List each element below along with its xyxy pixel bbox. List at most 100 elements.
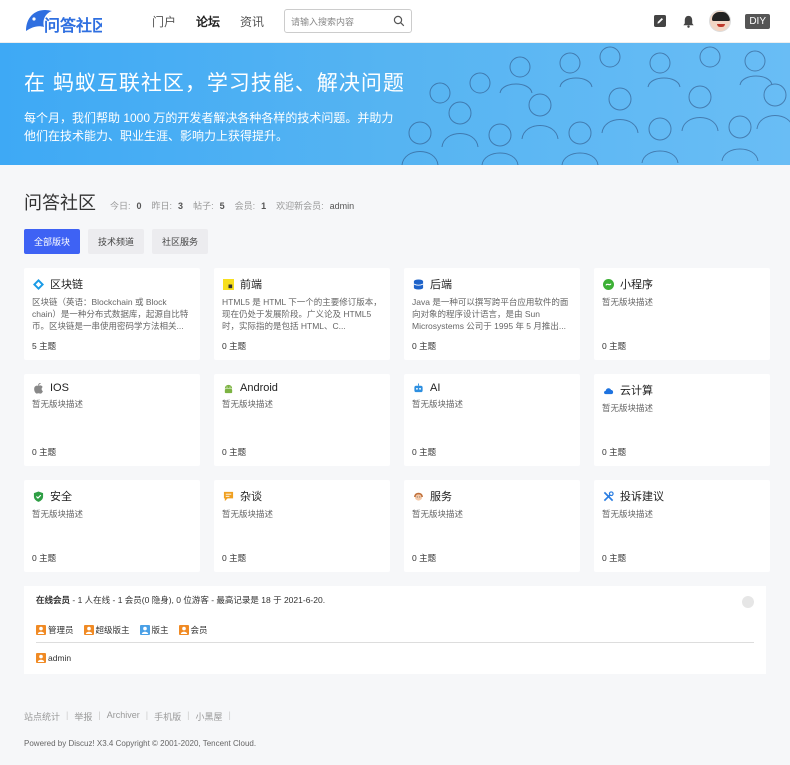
- header-actions: DIY: [653, 10, 770, 32]
- chat-icon: [222, 490, 234, 502]
- forum-name[interactable]: IOS: [50, 382, 69, 394]
- forum-description: 暂无版块描述: [32, 509, 84, 519]
- forum-card[interactable]: 安全 暂无版块描述 0 主题: [24, 480, 200, 572]
- footer-link[interactable]: 站点统计: [24, 710, 60, 723]
- role-legend: 管理员 超级版主 版主 会员: [36, 624, 754, 643]
- forum-description: 暂无版块描述: [602, 297, 654, 307]
- forum-card[interactable]: 投诉建议 暂无版块描述 0 主题: [594, 480, 770, 572]
- tab-community-service[interactable]: 社区服务: [152, 229, 209, 254]
- search-input[interactable]: 请输入搜索内容: [284, 9, 413, 33]
- forum-card-title: 前端: [222, 276, 382, 292]
- nav-portal[interactable]: 门户: [152, 13, 176, 30]
- logo-text: 问答社区: [44, 16, 102, 35]
- stat-posts: 帖子: 5: [193, 201, 225, 211]
- forum-card[interactable]: 小程序 暂无版块描述 0 主题: [594, 268, 770, 360]
- forum-topic-count: 0 主题: [412, 447, 437, 457]
- forum-card-title: 云计算: [602, 382, 762, 398]
- forum-card[interactable]: 后端 Java 是一种可以撰写跨平台应用软件的面向对象的程序设计语言，是由 Su…: [404, 268, 580, 360]
- forum-name[interactable]: 前端: [240, 276, 262, 292]
- forum-card[interactable]: IOS 暂无版块描述 0 主题: [24, 374, 200, 466]
- forum-name[interactable]: 安全: [50, 488, 72, 504]
- user-role-icon: [139, 625, 150, 635]
- forum-card[interactable]: 杂谈 暂无版块描述 0 主题: [214, 480, 390, 572]
- footer-links: 站点统计 | 举报 | Archiver | 手机版 | 小黑屋 |: [24, 710, 256, 723]
- legend-label: 管理员: [48, 625, 74, 635]
- footer-link[interactable]: Archiver: [107, 710, 140, 723]
- footer-link[interactable]: 小黑屋: [195, 710, 222, 723]
- footer-separator: |: [98, 710, 101, 720]
- forum-card[interactable]: 服务 暂无版块描述 0 主题: [404, 480, 580, 572]
- diy-button[interactable]: DIY: [745, 13, 770, 29]
- forum-name[interactable]: 云计算: [620, 382, 653, 398]
- footer-link[interactable]: 手机版: [154, 710, 181, 723]
- service-icon: [412, 490, 424, 502]
- footer-separator: |: [187, 710, 190, 720]
- forum-name[interactable]: Android: [240, 382, 278, 394]
- forum-name[interactable]: 小程序: [620, 276, 653, 292]
- user-role-icon: [83, 625, 94, 635]
- nav-forum[interactable]: 论坛: [196, 13, 220, 30]
- online-members-panel: 在线会员 - 1 人在线 - 1 会员(0 隐身), 0 位游客 - 最高记录是…: [24, 586, 766, 674]
- hero-banner: 在 蚂蚁互联社区，学习技能、解决问题 每个月，我们帮助 1000 万的开发者解决…: [0, 43, 790, 165]
- forum-card-title: IOS: [32, 382, 192, 394]
- forum-name[interactable]: 区块链: [50, 276, 83, 292]
- forum-card[interactable]: Android 暂无版块描述 0 主题: [214, 374, 390, 466]
- forum-card-title: Android: [222, 382, 382, 394]
- tools-icon: [602, 490, 614, 502]
- stat-newest-member: 欢迎新会员: admin: [276, 201, 355, 211]
- stat-today: 今日: 0: [110, 201, 142, 211]
- footer-separator: |: [66, 710, 69, 720]
- footer-link[interactable]: 举报: [74, 710, 92, 723]
- forum-card[interactable]: 云计算 暂无版块描述 0 主题: [594, 374, 770, 466]
- legend-label: 超级版主: [95, 625, 130, 635]
- forum-card-title: 后端: [412, 276, 572, 292]
- site-logo[interactable]: 问答社区: [22, 1, 132, 41]
- collapse-toggle-icon[interactable]: [742, 596, 754, 608]
- online-summary: 在线会员 - 1 人在线 - 1 会员(0 隐身), 0 位游客 - 最高记录是…: [36, 595, 326, 605]
- online-user-name[interactable]: admin: [48, 653, 71, 663]
- search-placeholder: 请输入搜索内容: [291, 16, 355, 27]
- forum-description: 区块链（英语：Blockchain 或 Block chain）是一种分布式数据…: [32, 297, 189, 331]
- user-role-icon: [178, 625, 189, 635]
- forum-card[interactable]: 区块链 区块链（英语：Blockchain 或 Block chain）是一种分…: [24, 268, 200, 360]
- crowd-illustration: [401, 46, 790, 165]
- forum-name[interactable]: 服务: [430, 488, 452, 504]
- footer-copyright: Powered by Discuz! X3.4 Copyright © 2001…: [24, 739, 257, 748]
- forum-topic-count: 0 主题: [32, 553, 57, 563]
- forum-topic-count: 0 主题: [602, 341, 627, 351]
- forum-stats: 今日: 0 昨日: 3 帖子: 5 会员: 1 欢迎新会员: admin: [110, 199, 354, 212]
- cloud-icon: [602, 384, 614, 396]
- bell-icon[interactable]: [681, 14, 695, 28]
- main-nav: 门户 论坛 资讯: [152, 13, 264, 30]
- user-role-icon: [36, 625, 46, 635]
- user-avatar[interactable]: [709, 10, 732, 32]
- legend-item: 超级版主: [83, 624, 130, 636]
- blockchain-icon: [32, 278, 44, 290]
- shield-icon: [32, 490, 44, 502]
- forum-topic-count: 0 主题: [412, 553, 437, 563]
- tab-all-forums[interactable]: 全部版块: [24, 229, 81, 254]
- forum-topic-count: 0 主题: [222, 447, 247, 457]
- online-user[interactable]: admin: [36, 653, 754, 663]
- forum-name[interactable]: AI: [430, 382, 440, 394]
- forum-topic-count: 0 主题: [602, 553, 627, 563]
- edit-icon[interactable]: [653, 14, 667, 28]
- forum-card-title: 区块链: [32, 276, 192, 292]
- robot-icon: [412, 382, 424, 394]
- forum-card[interactable]: 前端 HTML5 是 HTML 下一个的主要修订版本，现在仍处于发展阶段。广义论…: [214, 268, 390, 360]
- forum-topic-count: 5 主题: [32, 341, 57, 351]
- footer-separator: |: [145, 710, 149, 720]
- forum-name[interactable]: 杂谈: [240, 488, 262, 504]
- forum-topic-count: 0 主题: [222, 341, 247, 351]
- forum-name[interactable]: 投诉建议: [620, 488, 664, 504]
- forum-card[interactable]: AI 暂无版块描述 0 主题: [404, 374, 580, 466]
- forum-name[interactable]: 后端: [430, 276, 452, 292]
- forum-card-title: AI: [412, 382, 572, 394]
- banner-subtitle: 每个月，我们帮助 1000 万的开发者解决各种各样的技术问题。并助力他们在技术能…: [24, 111, 394, 143]
- tab-tech-channel[interactable]: 技术频道: [88, 229, 145, 254]
- search-icon[interactable]: [393, 15, 405, 27]
- nav-news[interactable]: 资讯: [240, 13, 264, 30]
- forum-grid: 区块链 区块链（英语：Blockchain 或 Block chain）是一种分…: [0, 254, 790, 572]
- forum-topic-count: 0 主题: [602, 447, 627, 457]
- forum-description: Java 是一种可以撰写跨平台应用软件的面向对象的程序设计语言，是由 Sun M…: [412, 297, 569, 331]
